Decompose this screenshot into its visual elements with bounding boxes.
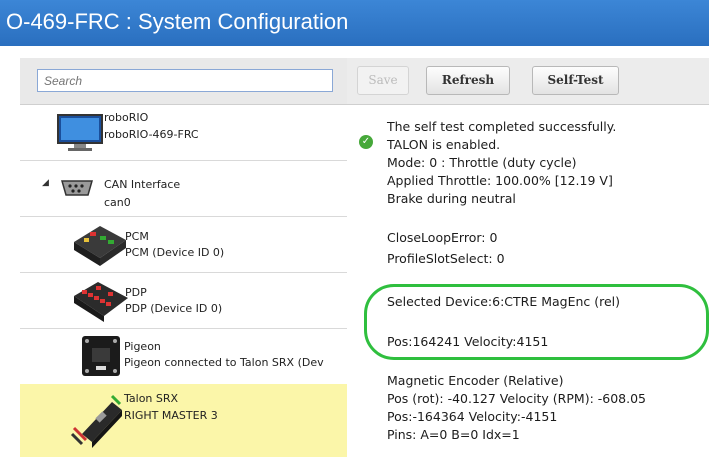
tree-item-name: roboRIO [104,111,149,124]
tree-item-subtitle: can0 [104,196,131,209]
search-input[interactable] [37,69,333,92]
title-gap [0,46,709,58]
tree-item-name: PDP [125,286,147,299]
detail-line: Pos:164241 Velocity:4151 [387,334,549,349]
tree-item-subtitle: roboRIO-469-FRC [104,128,199,141]
detail-line: Applied Throttle: 100.00% [12.19 V] [387,173,613,188]
detail-line: ProfileSlotSelect: 0 [387,251,505,266]
save-button[interactable]: Save [357,66,409,95]
tree-item-pcm[interactable]: PCM PCM (Device ID 0) [20,216,347,273]
tree-item-pdp[interactable]: PDP PDP (Device ID 0) [20,272,347,329]
refresh-button[interactable]: Refresh [426,66,510,95]
pigeon-imu-icon [82,336,120,376]
tree-item-name: Pigeon [124,340,161,353]
self-test-button[interactable]: Self-Test [532,66,619,95]
tree-item-can-interface[interactable]: ◢ CAN Interface can0 [20,160,347,217]
monitor-icon [57,114,103,151]
detail-line: The self test completed successfully. [387,119,617,134]
detail-line: Mode: 0 : Throttle (duty cycle) [387,155,577,170]
tree-item-name: CAN Interface [104,178,181,191]
tree-item-subtitle: Pigeon connected to Talon SRX (Dev [124,356,324,369]
device-tree-panel: roboRIO roboRIO-469-FRC ◢ CAN Interface … [20,58,348,457]
can-connector-icon [61,180,93,196]
pdp-module-icon [74,282,128,322]
detail-line: Pos (rot): -40.127 Velocity (RPM): -608.… [387,391,647,406]
detail-line: Selected Device:6:CTRE MagEnc (rel) [387,294,621,309]
tree-item-subtitle: PDP (Device ID 0) [125,302,223,315]
collapse-arrow-icon[interactable]: ◢ [42,178,49,188]
window-title: O-469-FRC : System Configuration [6,9,349,34]
detail-line: Pins: A=0 B=0 Idx=1 [387,427,520,442]
title-bar: O-469-FRC : System Configuration [0,0,709,46]
tree-item-talon-srx[interactable]: Talon SRX RIGHT MASTER 3 [20,384,347,457]
toolbar: Save Refresh Self-Test [347,58,709,105]
talon-srx-icon [70,394,122,448]
tree-item-name: PCM [125,230,149,243]
detail-line: Pos:-164364 Velocity:-4151 [387,409,558,424]
tree-item-pigeon[interactable]: Pigeon Pigeon connected to Talon SRX (De… [20,328,347,385]
detail-line: Brake during neutral [387,191,516,206]
detail-line: CloseLoopError: 0 [387,230,498,245]
tree-item-roborio[interactable]: roboRIO roboRIO-469-FRC [20,104,347,161]
tree-item-subtitle: PCM (Device ID 0) [125,246,225,259]
search-bar [20,58,347,105]
detail-line: Magnetic Encoder (Relative) [387,373,564,388]
tree-item-subtitle: RIGHT MASTER 3 [124,409,218,422]
detail-line: TALON is enabled. [387,137,501,152]
tree-item-name: Talon SRX [124,392,179,405]
device-detail-panel: Save Refresh Self-Test ✓ The self test c… [347,58,709,457]
success-check-icon: ✓ [359,135,373,149]
pcm-module-icon [74,226,126,266]
